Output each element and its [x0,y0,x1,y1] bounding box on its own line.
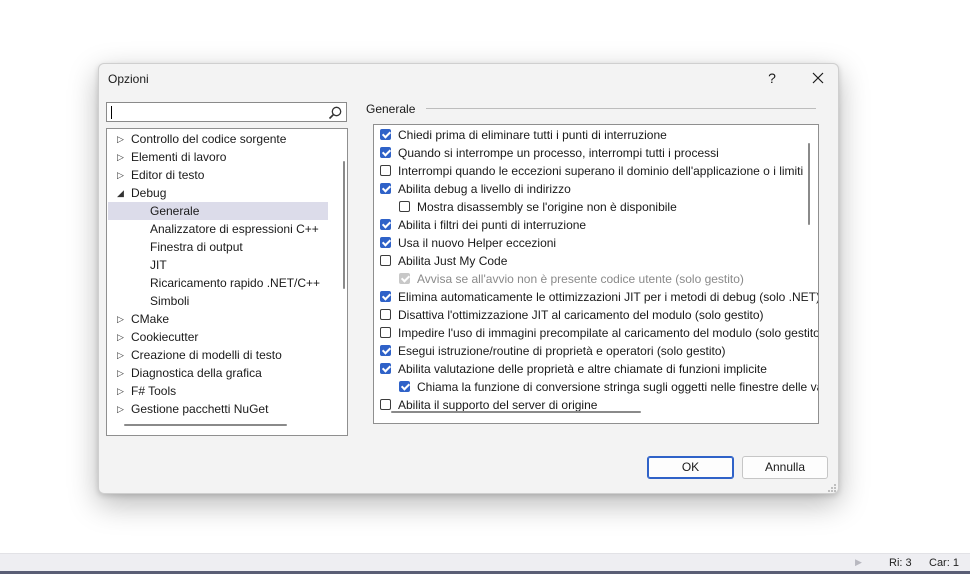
option-label: Abilita valutazione delle proprietà e al… [398,362,767,376]
tree-item-label: Debug [131,186,167,200]
tree-item[interactable]: Ricaricamento rapido .NET/C++ [108,274,328,292]
tree-item[interactable]: ▷ Cookiecutter [108,328,328,346]
tree-horizontal-scrollbar[interactable] [124,424,287,426]
tree-item-label: Generale [150,204,200,218]
tree-item[interactable]: ▷ Gestione pacchetti NuGet [108,400,328,418]
option-label: Avvisa se all'avvio non è presente codic… [417,272,744,286]
option-checkbox[interactable] [380,219,391,230]
tree-item-label: Analizzatore di espressioni C++ [150,222,319,236]
option-checkbox[interactable] [399,381,410,392]
option-checkbox[interactable] [380,165,391,176]
search-input[interactable] [113,103,323,121]
tree-item[interactable]: ▷ Controllo del codice sorgente [108,130,328,148]
tree-item-label: Elementi di lavoro [131,150,227,164]
tree-item[interactable]: Finestra di output [108,238,328,256]
tree-item-label: Cookiecutter [131,330,199,344]
ok-button[interactable]: OK [647,456,734,479]
option-checkbox[interactable] [380,399,391,410]
status-line: Ri: 3 [889,557,912,569]
option-label: Quando si interrompe un processo, interr… [398,146,719,160]
option-label: Interrompi quando le eccezioni superano … [398,164,804,178]
option-checkbox[interactable] [380,129,391,140]
tree-item[interactable]: ▷ F# Tools [108,382,328,400]
options-vertical-scrollbar[interactable] [808,143,810,225]
status-bar: ▶ Ri: 3 Car: 1 [0,553,970,574]
close-button[interactable] [807,68,829,88]
tree-item[interactable]: ▷ Diagnostica della grafica [108,364,328,382]
option-label: Abilita i filtri dei punti di interruzio… [398,218,587,232]
option-checkbox[interactable] [380,237,391,248]
tree-item[interactable]: Simboli [108,292,328,310]
collapsed-arrow-icon[interactable]: ▷ [117,346,127,364]
option-checkbox[interactable] [380,291,391,302]
tree-item[interactable]: ▷ CMake [108,310,328,328]
option-checkbox[interactable] [380,309,391,320]
tree-item-label: CMake [131,312,170,326]
option-checkbox[interactable] [380,327,391,338]
group-title: Generale [366,102,416,116]
search-icon[interactable] [327,105,343,121]
tree-item[interactable]: ◢ Debug [108,184,328,202]
collapsed-arrow-icon[interactable]: ▷ [117,382,127,400]
tree-item[interactable]: JIT [108,256,328,274]
search-box[interactable] [106,102,347,122]
collapsed-arrow-icon[interactable]: ▷ [117,328,127,346]
status-arrow-icon: ▶ [855,557,862,567]
tree-item-label: F# Tools [131,384,177,398]
option-label: Usa il nuovo Helper eccezioni [398,236,557,250]
cancel-button[interactable]: Annulla [742,456,828,479]
collapsed-arrow-icon[interactable]: ▷ [117,166,127,184]
tree-item-label: Simboli [150,294,190,308]
group-divider [426,108,816,109]
collapsed-arrow-icon[interactable]: ▷ [117,130,127,148]
option-label: Disattiva l'ottimizzazione JIT al carica… [398,308,764,322]
option-checkbox[interactable] [380,183,391,194]
resize-grip-icon[interactable] [827,483,837,493]
collapsed-arrow-icon[interactable]: ▷ [117,364,127,382]
tree-item[interactable]: Generale [108,202,328,220]
collapsed-arrow-icon[interactable]: ▷ [117,310,127,328]
collapsed-arrow-icon[interactable]: ▷ [117,400,127,418]
tree-item[interactable]: ▷ Creazione di modelli di testo [108,346,328,364]
option-checkbox [399,273,410,284]
options-dialog: Opzioni ? ▷ Controllo del codice sorgente… [98,63,839,494]
tree-item[interactable]: ▷ Editor di testo [108,166,328,184]
option-label: Esegui istruzione/routine di proprietà e… [398,344,726,358]
option-label: Impedire l'uso di immagini precompilate … [398,326,819,340]
option-label: Elimina automaticamente le ottimizzazion… [398,290,819,304]
tree-item[interactable]: ▷ Elementi di lavoro [108,148,328,166]
option-checkbox[interactable] [380,147,391,158]
tree-item-label: Editor di testo [131,168,205,182]
tree-item-label: Gestione pacchetti NuGet [131,402,269,416]
tree-vertical-scrollbar[interactable] [343,161,345,289]
tree-item-label: Diagnostica della grafica [131,366,262,380]
option-label: Abilita Just My Code [398,254,508,268]
options-list[interactable]: Chiedi prima di eliminare tutti i punti … [373,124,819,424]
tree-item[interactable]: Analizzatore di espressioni C++ [108,220,328,238]
tree-item-label: Creazione di modelli di testo [131,348,282,362]
option-checkbox[interactable] [399,201,410,212]
tree-item-label: Controllo del codice sorgente [131,132,287,146]
option-checkbox[interactable] [380,363,391,374]
tree-item-label: JIT [150,258,167,272]
options-tree[interactable]: ▷ Controllo del codice sorgente ▷ Elementi … [106,128,348,436]
tree-item-label: Finestra di output [150,240,243,254]
close-icon [812,72,824,84]
option-checkbox[interactable] [380,345,391,356]
option-label: Chiedi prima di eliminare tutti i punti … [398,128,667,142]
tree-item-label: Ricaricamento rapido .NET/C++ [150,276,321,290]
option-label: Abilita debug a livello di indirizzo [398,182,571,196]
status-column: Car: 1 [929,557,959,569]
expanded-arrow-icon[interactable]: ◢ [117,184,127,202]
option-label: Chiama la funzione di conversione string… [417,380,819,394]
collapsed-arrow-icon[interactable]: ▷ [117,148,127,166]
option-label: Mostra disassembly se l'origine non è di… [417,200,677,214]
help-button[interactable]: ? [763,68,781,88]
option-checkbox[interactable] [380,255,391,266]
text-caret [111,106,112,119]
options-horizontal-scrollbar[interactable] [391,411,641,413]
dialog-title: Opzioni [108,72,149,86]
